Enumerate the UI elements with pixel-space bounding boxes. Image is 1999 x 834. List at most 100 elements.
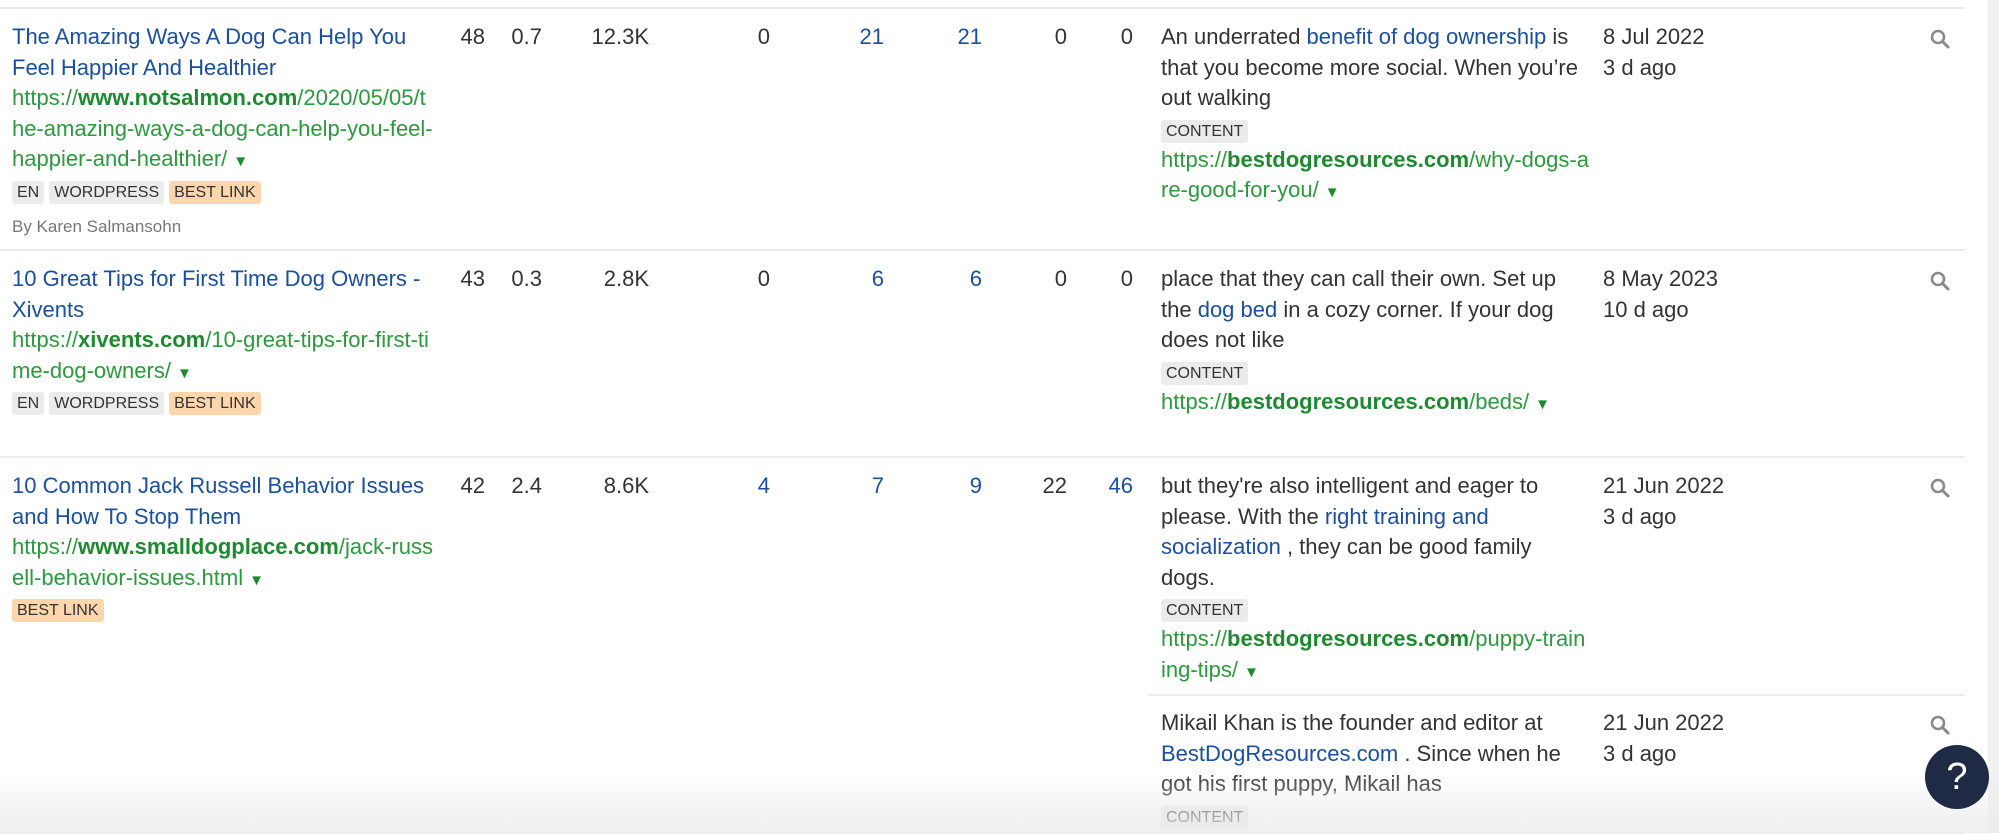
- sub-row-divider: [1148, 694, 1965, 696]
- metric-value[interactable]: 21: [804, 22, 884, 53]
- first-seen-date: 8 May 2023: [1603, 266, 1718, 291]
- url-domain: bestdogresources.com: [1227, 388, 1470, 414]
- last-seen-ago: 10 d ago: [1603, 296, 1689, 322]
- anchor-context: place that they can call their own. Set …: [1161, 264, 1589, 356]
- caret-down-icon[interactable]: ▼: [1325, 184, 1340, 201]
- content-tag: CONTENT: [1161, 599, 1249, 622]
- tag-list: BEST LINK: [12, 599, 437, 622]
- metric-value[interactable]: 6: [902, 264, 982, 295]
- tag: WORDPRESS: [49, 392, 165, 415]
- anchor-text: BestDogResources.com: [1161, 740, 1399, 766]
- anchor-cell: An underrated benefit of dog ownership i…: [1161, 22, 1589, 209]
- tag: BEST LINK: [169, 392, 261, 415]
- anchor-cell: place that they can call their own. Set …: [1161, 264, 1589, 420]
- page-title-link[interactable]: The Amazing Ways A Dog Can Help You Feel…: [12, 22, 437, 83]
- search-icon[interactable]: [1929, 28, 1951, 50]
- metric-value: 8.6K: [603, 473, 649, 498]
- metric-value: 0.7: [511, 24, 542, 49]
- last-seen-ago: 3 d ago: [1603, 503, 1677, 529]
- tag: EN: [12, 392, 45, 415]
- url-path: /beds/: [1469, 388, 1530, 414]
- metric-value[interactable]: 9: [902, 471, 982, 502]
- anchor-text: dog bed: [1197, 296, 1278, 322]
- target-url-link[interactable]: https://bestdogresources.com/puppy-train…: [1161, 624, 1589, 688]
- url-domain: www.notsalmon.com: [78, 85, 298, 110]
- anchor-context: Mikail Khan is the founder and editor at…: [1161, 708, 1589, 800]
- target-url-link[interactable]: https://bestdogresources.com/beds/ ▼: [1161, 387, 1589, 421]
- caret-down-icon[interactable]: ▼: [233, 153, 248, 170]
- metric-value[interactable]: 21: [902, 22, 982, 53]
- page-url-link[interactable]: https://xivents.com/10-great-tips-for-fi…: [12, 325, 437, 389]
- content-tag: CONTENT: [1161, 119, 1249, 143]
- page-title-link[interactable]: 10 Great Tips for First Time Dog Owners …: [12, 264, 437, 325]
- tag-list: EN WORDPRESS BEST LINK: [12, 180, 437, 204]
- url-domain: www.smalldogplace.com: [78, 534, 339, 559]
- page-url-link[interactable]: https://www.smalldogplace.com/jack-russe…: [12, 532, 437, 596]
- metric-value: 0: [1120, 266, 1133, 291]
- metric-value: 0.3: [511, 266, 542, 291]
- search-icon[interactable]: [1929, 270, 1951, 292]
- url-prefix: https://: [12, 534, 79, 559]
- page-url-link[interactable]: https://www.notsalmon.com/2020/05/05/the…: [12, 83, 437, 178]
- anchor-cell: Mikail Khan is the founder and editor at…: [1161, 708, 1589, 831]
- url-prefix: https://: [1161, 388, 1228, 414]
- metric-value[interactable]: 4: [690, 471, 770, 502]
- metric-value: 0: [757, 24, 770, 49]
- tag-list: EN WORDPRESS BEST LINK: [12, 392, 437, 415]
- metric-value: 0: [1120, 24, 1133, 49]
- last-seen-ago: 3 d ago: [1603, 740, 1677, 766]
- date-cell: 8 Jul 2022 3 d ago: [1603, 22, 1705, 83]
- anchor-context: An underrated benefit of dog ownership i…: [1161, 22, 1589, 114]
- first-seen-date: 8 Jul 2022: [1603, 24, 1705, 49]
- url-domain: bestdogresources.com: [1227, 626, 1470, 651]
- url-domain: xivents.com: [78, 327, 206, 352]
- tag: WORDPRESS: [49, 180, 165, 204]
- page-title-link[interactable]: 10 Common Jack Russell Behavior Issues a…: [12, 471, 437, 532]
- tag: BEST LINK: [169, 180, 261, 204]
- referring-page-cell: 10 Great Tips for First Time Dog Owners …: [12, 264, 437, 415]
- url-domain: bestdogresources.com: [1227, 146, 1470, 172]
- url-prefix: https://: [1161, 146, 1228, 172]
- url-prefix: https://: [12, 85, 79, 110]
- caret-down-icon[interactable]: ▼: [1244, 664, 1259, 681]
- anchor-text: benefit of dog ownership: [1306, 24, 1547, 49]
- last-seen-ago: 3 d ago: [1603, 54, 1677, 80]
- date-cell: 8 May 2023 10 d ago: [1603, 264, 1718, 325]
- metric-value: 2.8K: [603, 266, 649, 291]
- date-cell: 21 Jun 2022 3 d ago: [1603, 708, 1724, 769]
- url-prefix: https://: [1161, 626, 1228, 651]
- metric-value[interactable]: 7: [804, 471, 884, 502]
- table-row: 10 Common Jack Russell Behavior Issues a…: [0, 457, 1965, 834]
- referring-page-cell: 10 Common Jack Russell Behavior Issues a…: [12, 471, 437, 622]
- author: By Karen Salmansohn: [12, 216, 182, 236]
- referring-page-cell: The Amazing Ways A Dog Can Help You Feel…: [12, 22, 437, 242]
- tag: EN: [12, 180, 45, 204]
- search-icon[interactable]: [1929, 714, 1951, 736]
- content-tag: CONTENT: [1161, 805, 1249, 829]
- scrollbar[interactable]: [1988, 0, 1999, 833]
- url-prefix: https://: [12, 327, 79, 352]
- target-url-link[interactable]: https://bestdogresources.com/why-dogs-ar…: [1161, 145, 1589, 209]
- search-icon[interactable]: [1929, 477, 1951, 499]
- content-tag: CONTENT: [1161, 361, 1249, 385]
- help-button[interactable]: ?: [1925, 745, 1989, 809]
- metric-value: 12.3K: [591, 24, 650, 49]
- first-seen-date: 21 Jun 2022: [1603, 710, 1725, 735]
- help-icon: ?: [1946, 756, 1968, 798]
- metric-value[interactable]: 46: [1053, 471, 1133, 502]
- metric-value: 0: [757, 266, 770, 291]
- anchor-cell: but they're also intelligent and eager t…: [1161, 471, 1589, 688]
- caret-down-icon[interactable]: ▼: [249, 572, 264, 589]
- caret-down-icon[interactable]: ▼: [177, 365, 192, 382]
- tag: BEST LINK: [12, 599, 104, 622]
- table-row: The Amazing Ways A Dog Can Help You Feel…: [0, 8, 1965, 251]
- context-before: Mikail Khan is the founder and editor at: [1161, 710, 1543, 735]
- metric-value[interactable]: 6: [804, 264, 884, 295]
- table-row: 10 Great Tips for First Time Dog Owners …: [0, 250, 1965, 458]
- date-cell: 21 Jun 2022 3 d ago: [1603, 471, 1724, 532]
- anchor-context: but they're also intelligent and eager t…: [1161, 471, 1589, 593]
- metric-value: 2.4: [511, 473, 542, 498]
- context-before: An underrated: [1161, 24, 1307, 49]
- caret-down-icon[interactable]: ▼: [1535, 396, 1550, 413]
- first-seen-date: 21 Jun 2022: [1603, 473, 1725, 498]
